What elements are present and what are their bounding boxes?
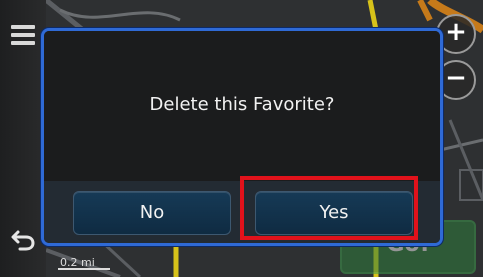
yes-button-highlight [240,176,418,240]
back-arrow-icon[interactable] [6,222,40,256]
menu-icon[interactable] [7,18,39,52]
map-scale-bar [58,268,110,270]
no-button[interactable]: No [73,191,231,235]
dialog-message: Delete this Favorite? [149,94,335,115]
dialog-body: Delete this Favorite? [44,31,440,181]
map-sidebar [0,0,46,277]
